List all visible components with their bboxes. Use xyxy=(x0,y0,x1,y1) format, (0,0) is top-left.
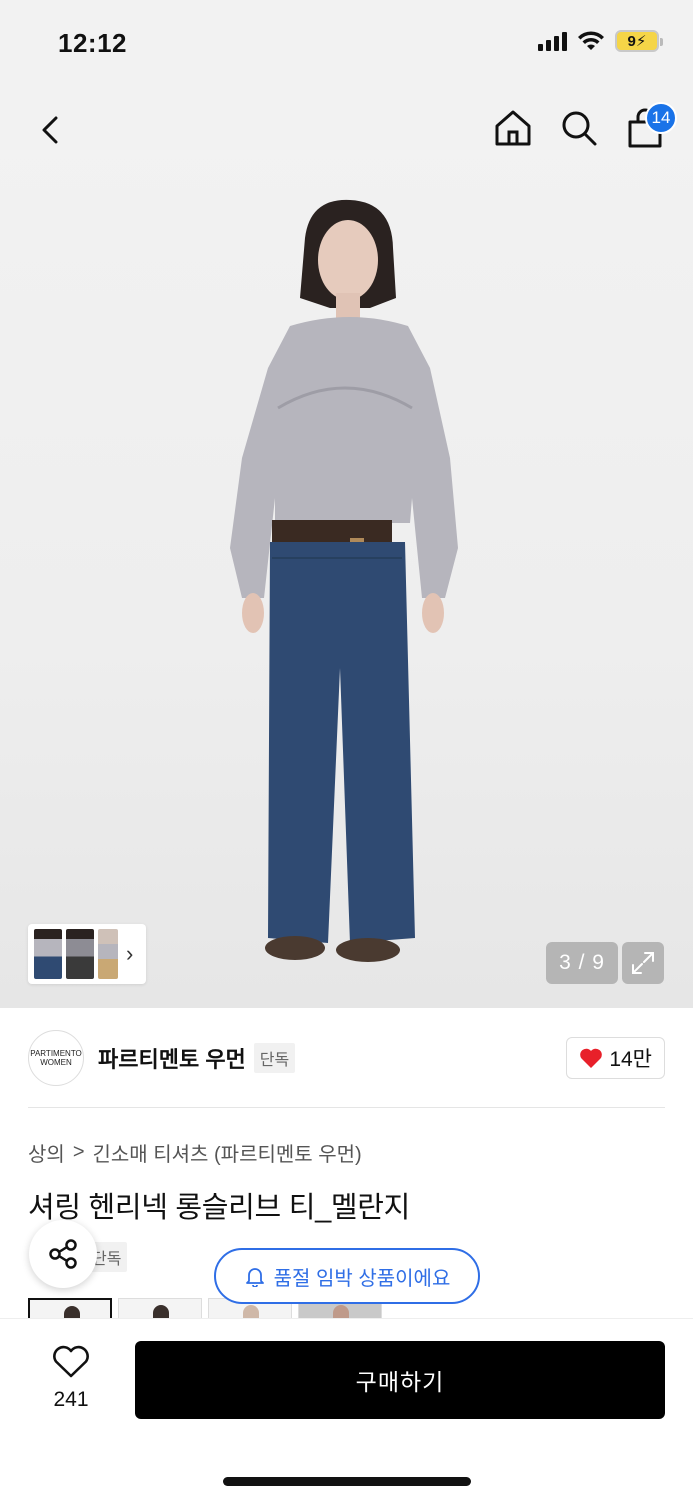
heart-filled-icon xyxy=(580,1048,603,1068)
wishlist-button[interactable]: 241 xyxy=(40,1345,102,1412)
heart-outline-icon xyxy=(53,1345,89,1378)
cart-button[interactable]: 14 xyxy=(625,102,677,150)
breadcrumb-category[interactable]: 상의 xyxy=(28,1138,65,1167)
product-gallery[interactable]: 14 › 3 / 9 xyxy=(0,88,693,1008)
breadcrumb-separator: > xyxy=(72,1141,85,1163)
brand-logo-text-1: PARTIMENTO xyxy=(30,1049,82,1058)
status-icons: 9 ⚡ xyxy=(538,30,663,52)
status-bar: 12:12 9 ⚡ xyxy=(0,0,693,88)
signal-icon xyxy=(538,31,567,51)
expand-icon xyxy=(632,952,654,974)
brand-name[interactable]: 파르티멘토 우먼 xyxy=(98,1042,246,1074)
color-option-1[interactable] xyxy=(28,1298,112,1320)
thumbnail-1[interactable] xyxy=(34,929,62,979)
divider xyxy=(28,1107,665,1108)
product-model-image xyxy=(230,199,458,962)
wifi-icon xyxy=(578,31,604,50)
brand-logo-text-2: WOMEN xyxy=(40,1058,72,1067)
back-arrow-icon[interactable] xyxy=(32,108,72,152)
product-title: 셔링 헨리넥 롱슬리브 티_멜란지 xyxy=(28,1192,411,1224)
soldout-notice-text: 품절 임박 상품이에요 xyxy=(273,1267,451,1290)
fullscreen-button[interactable] xyxy=(622,942,664,984)
wishlist-count: 241 xyxy=(53,1388,89,1411)
search-icon[interactable] xyxy=(559,106,599,150)
share-icon xyxy=(49,1239,77,1269)
thumbnail-3[interactable] xyxy=(98,929,118,979)
battery-icon: 9 ⚡ xyxy=(615,30,663,52)
buy-button[interactable]: 구매하기 xyxy=(135,1341,665,1419)
brand-like-count: 14만 xyxy=(609,1048,652,1071)
share-button[interactable] xyxy=(29,1220,97,1288)
status-time: 12:12 xyxy=(58,28,127,58)
home-indicator xyxy=(223,1477,471,1486)
breadcrumb-subcategory[interactable]: 긴소매 티셔츠 (파르티멘토 우먼) xyxy=(93,1138,362,1167)
battery-level: 9 xyxy=(627,32,636,50)
brand-row[interactable]: PARTIMENTO WOMEN 파르티멘토 우먼 단독 14만 xyxy=(28,1028,665,1088)
brand-like-button[interactable]: 14만 xyxy=(566,1037,665,1079)
thumbnail-2[interactable] xyxy=(66,929,94,979)
cart-count-badge: 14 xyxy=(645,102,677,134)
chevron-right-icon[interactable]: › xyxy=(126,941,133,967)
bell-icon xyxy=(245,1268,264,1287)
bottom-action-bar: 241 구매하기 xyxy=(0,1318,693,1500)
soldout-notice[interactable]: 품절 임박 상품이에요 xyxy=(214,1248,480,1304)
home-icon[interactable] xyxy=(493,106,533,150)
breadcrumb: 상의 > 긴소매 티셔츠 (파르티멘토 우먼) xyxy=(28,1138,362,1167)
brand-logo[interactable]: PARTIMENTO WOMEN xyxy=(28,1030,84,1086)
top-nav-actions: 14 xyxy=(493,102,677,150)
image-counter: 3 / 9 xyxy=(546,942,618,984)
thumbnail-strip[interactable]: › xyxy=(28,924,146,984)
exclusive-tag: 단독 xyxy=(253,1043,296,1073)
color-option-2[interactable] xyxy=(118,1298,202,1320)
